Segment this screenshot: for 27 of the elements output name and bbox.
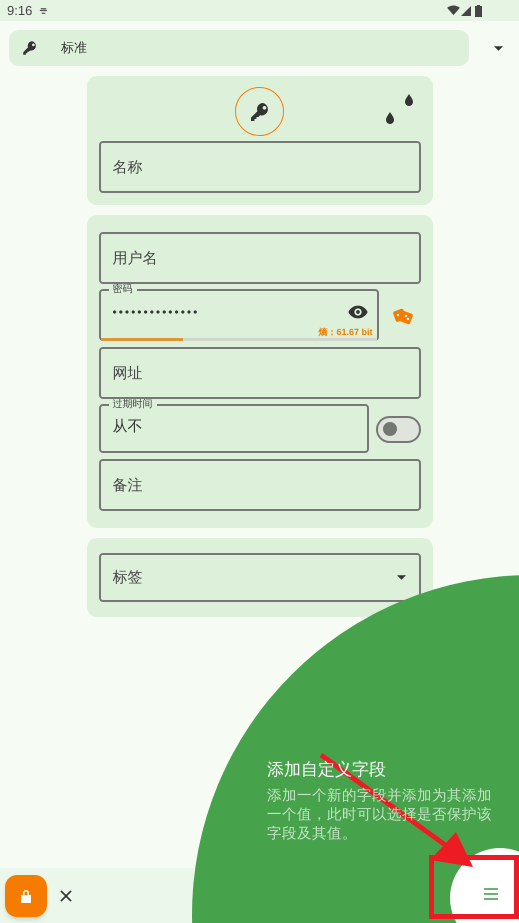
text-field[interactable]: 用户名 bbox=[98, 232, 420, 284]
close-icon[interactable] bbox=[60, 890, 72, 902]
password-value: •••••••••••••• bbox=[112, 304, 200, 321]
expiry-toggle[interactable] bbox=[376, 416, 420, 442]
entry-type-selector[interactable]: 标准 bbox=[9, 30, 469, 66]
field-label: 过期时间 bbox=[112, 401, 154, 409]
lock-button[interactable] bbox=[5, 874, 47, 916]
dropdown-caret-icon[interactable] bbox=[396, 575, 406, 580]
wifi-icon bbox=[447, 5, 460, 16]
text-field[interactable]: 网址 bbox=[98, 347, 420, 399]
field-label: 密码 bbox=[112, 286, 134, 294]
key-icon bbox=[21, 39, 39, 57]
password-field[interactable]: 密码 •••••••••••••• 熵：61.67 bit bbox=[98, 286, 378, 341]
lock-icon bbox=[20, 888, 32, 902]
battery-icon bbox=[475, 4, 482, 16]
signal-icon bbox=[461, 6, 471, 16]
expiry-field[interactable]: 过期时间 从不 bbox=[98, 401, 368, 453]
entropy-text: 熵：61.67 bit bbox=[318, 327, 372, 337]
menu-icon[interactable] bbox=[484, 888, 498, 900]
expiry-value: 从不 bbox=[112, 416, 142, 437]
notification-icon bbox=[39, 6, 48, 15]
text-field[interactable]: 备注 bbox=[98, 459, 420, 511]
text-field[interactable]: 名称 bbox=[98, 141, 420, 193]
tutorial-title: 添加自定义字段 bbox=[267, 759, 387, 781]
icon-picker[interactable] bbox=[235, 87, 284, 136]
clock-text: 9:16 bbox=[7, 2, 32, 20]
dropdown-caret-icon[interactable] bbox=[494, 46, 503, 50]
